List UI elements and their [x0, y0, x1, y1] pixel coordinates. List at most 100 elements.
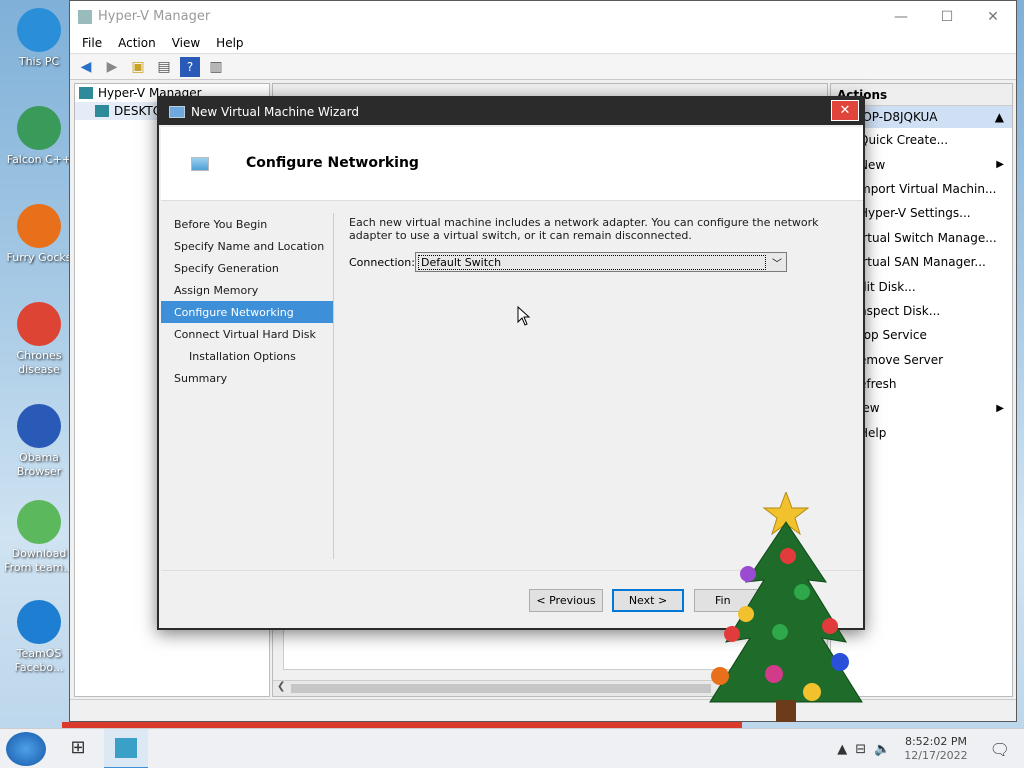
ornament	[711, 667, 729, 685]
menu-file[interactable]: File	[74, 36, 110, 50]
folder-up-icon[interactable]: ▣	[128, 57, 148, 77]
taskbar: ⊞ ▲ ⊟ 🔈 8:52:02 PM 12/17/2022 🗨	[0, 728, 1024, 768]
connection-value: Default Switch	[418, 254, 766, 270]
firefox-icon	[17, 204, 61, 248]
wizard-title-bar[interactable]: New Virtual Machine Wizard	[159, 98, 863, 125]
christmas-tree-decoration	[709, 492, 863, 722]
actions-host-label: TOP-D8JQKUA	[855, 110, 938, 124]
tray-expand-icon[interactable]: ▲	[837, 742, 847, 757]
desktop-icon-label: Download From team...	[4, 547, 74, 574]
desktop-icon-0[interactable]: This PC	[4, 8, 74, 69]
action-item-label: irtual Switch Manage...	[859, 230, 997, 245]
action-pane-icon[interactable]: ▥	[206, 57, 226, 77]
previous-button[interactable]: < Previous	[529, 589, 603, 612]
maximize-button[interactable]: ☐	[924, 1, 970, 32]
collapse-icon[interactable]: ▲	[995, 110, 1004, 124]
desktop-icon-2[interactable]: Furry Gocks	[4, 204, 74, 265]
network-icon[interactable]: ⊟	[855, 742, 866, 757]
chevron-down-icon[interactable]: ﹀	[768, 255, 786, 270]
desktop-icon-3[interactable]: Chrones disease	[4, 302, 74, 377]
volume-icon[interactable]: 🔈	[874, 742, 890, 757]
ornament	[740, 566, 756, 582]
chrome-icon	[17, 302, 61, 346]
notepad-icon	[17, 500, 61, 544]
action-item-label: nspect Disk...	[859, 303, 941, 318]
desktop-icon-label: TeamOS Facebo...	[14, 647, 64, 674]
notifications-icon[interactable]: 🗨	[990, 740, 1010, 759]
scroll-thumb[interactable]	[291, 684, 711, 693]
wizard-close-button[interactable]: ✕	[831, 100, 859, 121]
clock-date: 12/17/2022	[904, 749, 968, 762]
action-item-label: Quick Create...	[859, 133, 949, 148]
page-title: Configure Networking	[246, 155, 419, 171]
desktop-icon-4[interactable]: Obama Browser	[4, 404, 74, 479]
desktop-icon-label: Falcon C++	[6, 153, 72, 166]
hyperv-title: Hyper-V Manager	[98, 9, 211, 24]
menu-view[interactable]: View	[164, 36, 208, 50]
task-view-icon[interactable]: ⊞	[66, 737, 90, 761]
submenu-arrow-icon: ▶	[996, 402, 1004, 414]
gear-icon	[17, 600, 61, 644]
ornament	[765, 665, 783, 683]
wizard-step-0[interactable]: Before You Begin	[161, 213, 333, 235]
server-icon	[95, 105, 109, 117]
taskbar-hyperv-button[interactable]	[104, 729, 148, 768]
next-button[interactable]: Next >	[612, 589, 684, 612]
back-arrow-icon[interactable]: ◀	[76, 57, 96, 77]
desktop-icon-1[interactable]: Falcon C++	[4, 106, 74, 167]
wizard-step-3[interactable]: Assign Memory	[161, 279, 333, 301]
wizard-steps-nav: Before You Begin Specify Name and Locatio…	[161, 213, 333, 559]
network-adapter-icon	[191, 157, 209, 171]
hyperv-app-icon	[78, 9, 92, 24]
ornament	[831, 653, 849, 671]
scroll-left-icon[interactable]: ❮	[277, 681, 285, 692]
wizard-step-6[interactable]: Installation Options	[161, 345, 333, 367]
action-item-label: irtual SAN Manager...	[859, 255, 986, 270]
ornament	[822, 618, 838, 634]
wizard-step-4[interactable]: Configure Networking	[161, 301, 333, 323]
ornament	[803, 683, 821, 701]
wizard-step-5[interactable]: Connect Virtual Hard Disk	[161, 323, 333, 345]
action-item-label: emove Server	[859, 352, 944, 367]
action-item-label: mport Virtual Machin...	[859, 181, 997, 196]
help-icon[interactable]: ?	[180, 56, 200, 77]
tree-host-label: DESKTO	[114, 104, 163, 118]
minimize-button[interactable]: —	[878, 1, 924, 32]
wizard-step-2[interactable]: Specify Generation	[161, 257, 333, 279]
desktop-icon-5[interactable]: Download From team...	[4, 500, 74, 575]
hyperv-tree-icon	[79, 87, 93, 99]
ornament	[780, 548, 796, 564]
hyperv-title-bar[interactable]: Hyper-V Manager	[70, 1, 1016, 32]
wizard-header: Configure Networking	[161, 127, 863, 201]
status-bar	[70, 699, 1016, 721]
nav-divider	[333, 213, 334, 559]
submenu-arrow-icon: ▶	[996, 159, 1004, 171]
clock[interactable]: 8:52:02 PM 12/17/2022	[904, 735, 967, 763]
mouse-cursor-icon	[517, 306, 531, 326]
system-tray: ▲ ⊟ 🔈 8:52:02 PM 12/17/2022 🗨	[833, 729, 1024, 768]
connection-row: Connection: Default Switch ﹀	[349, 252, 787, 272]
menu-help[interactable]: Help	[208, 36, 251, 50]
wizard-step-1[interactable]: Specify Name and Location	[161, 235, 333, 257]
clock-time: 8:52:02 PM	[904, 735, 967, 748]
wizard-title: New Virtual Machine Wizard	[191, 104, 359, 119]
menu-action[interactable]: Action	[110, 36, 164, 50]
menu-bar: File Action View Help	[70, 32, 1016, 54]
hyperv-taskbar-icon	[115, 738, 137, 758]
forward-arrow-icon[interactable]: ▶	[102, 57, 122, 77]
wizard-body: Each new virtual machine includes a netw…	[349, 216, 849, 326]
desktop-icon-label: Furry Gocks	[6, 251, 72, 264]
ornament	[738, 606, 754, 622]
desktop-icon-6[interactable]: TeamOS Facebo...	[4, 600, 74, 675]
close-button[interactable]: ✕	[970, 1, 1016, 32]
obama-logo-icon	[17, 404, 61, 448]
recycle-icon	[17, 106, 61, 150]
toolbar: ◀ ▶ ▣ ▤ ? ▥	[70, 54, 1016, 80]
ornament	[772, 624, 788, 640]
action-item-label: top Service	[859, 328, 927, 343]
show-hide-tree-icon[interactable]: ▤	[154, 57, 174, 77]
wizard-step-7[interactable]: Summary	[161, 367, 333, 389]
wizard-app-icon	[169, 105, 185, 118]
connection-dropdown[interactable]: Default Switch ﹀	[415, 252, 787, 272]
start-button[interactable]	[6, 732, 46, 766]
